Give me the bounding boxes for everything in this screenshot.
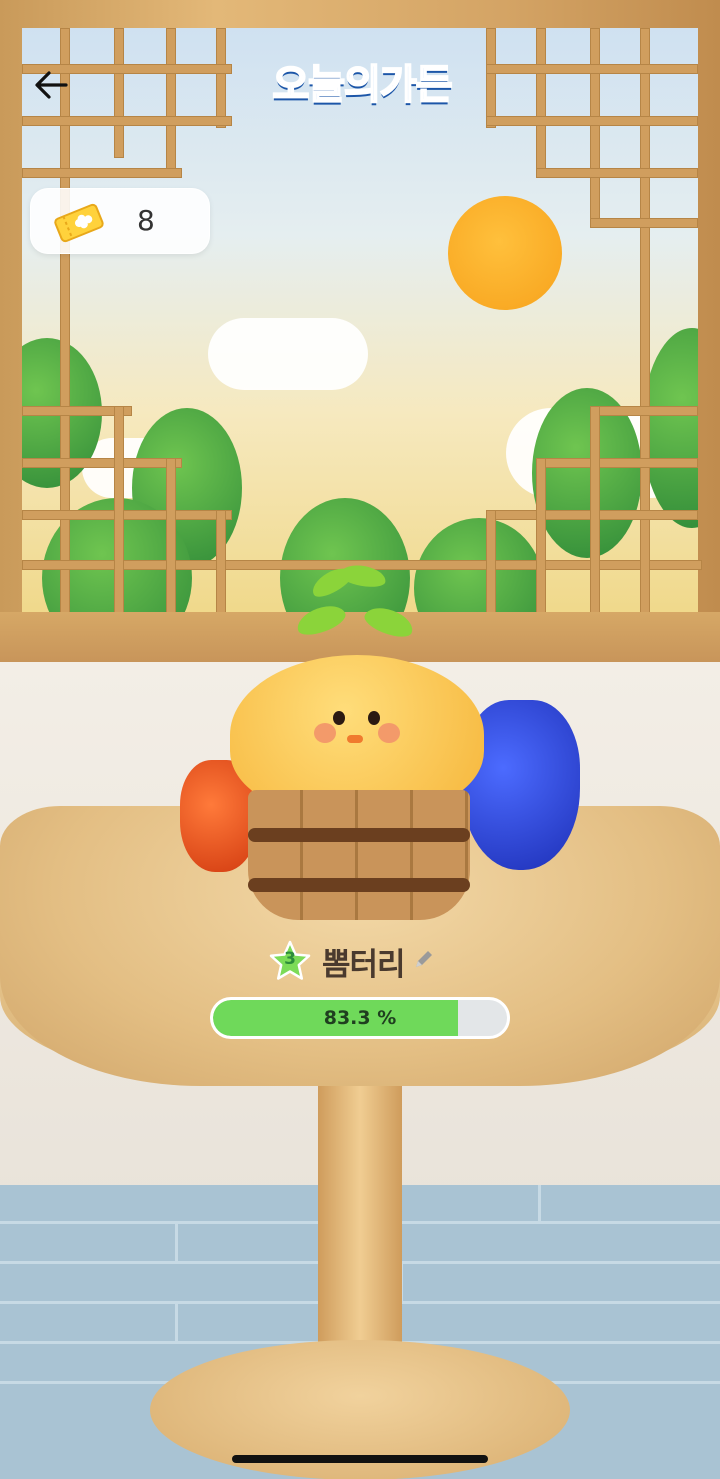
home-indicator[interactable] <box>232 1455 488 1463</box>
clover-ticket-icon <box>53 203 105 247</box>
ticket-count: 8 <box>137 204 155 237</box>
edit-name-button[interactable] <box>411 946 437 976</box>
progress-label: 83.3 % <box>323 1007 397 1029</box>
plant-name: 뽐터리 <box>322 946 406 983</box>
plant-name-row: 3 뽐터리 <box>268 936 437 986</box>
bucket-band <box>248 828 470 842</box>
ticket-counter[interactable]: 8 <box>30 188 210 254</box>
pencil-icon <box>415 951 432 967</box>
wooden-bucket <box>248 790 470 920</box>
cloud <box>208 318 368 390</box>
back-button[interactable] <box>30 64 72 106</box>
app-logo: 오늘의가든 <box>240 46 484 116</box>
table-stem <box>318 1080 402 1380</box>
level-badge: 3 <box>268 939 312 983</box>
bucket-band <box>248 878 470 892</box>
level-number: 3 <box>284 949 296 969</box>
sun <box>448 196 562 310</box>
arrow-left-icon <box>35 71 68 99</box>
logo-text: 오늘의가든 <box>272 61 454 109</box>
growth-progress-bar: 83.3 % <box>210 997 510 1039</box>
